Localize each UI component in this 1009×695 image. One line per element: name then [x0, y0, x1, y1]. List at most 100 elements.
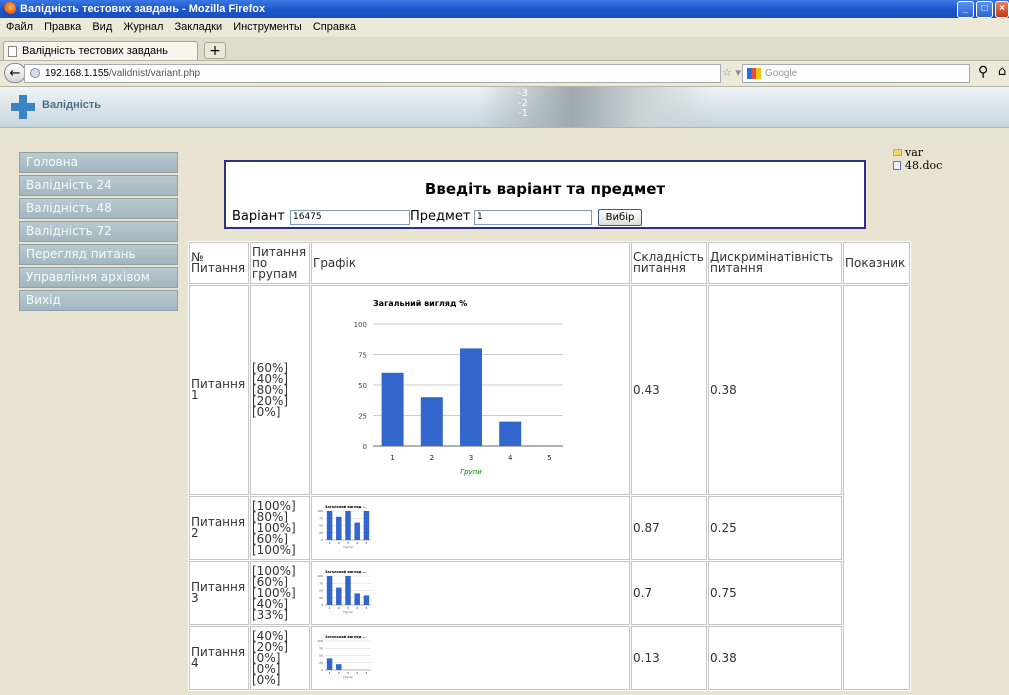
y-tick-label: 0: [363, 443, 367, 451]
y-tick-label: 50: [319, 654, 323, 658]
address-host: 192.168.1.155: [45, 68, 109, 79]
y-tick-label: 50: [319, 524, 323, 528]
site-identity-icon[interactable]: [30, 68, 40, 78]
group-value: [100%]: [252, 542, 296, 557]
y-tick-label: 50: [358, 382, 367, 390]
new-tab-button[interactable]: +: [204, 42, 226, 59]
variant-input[interactable]: 16475: [290, 210, 410, 225]
difficulty-cell: 0.87: [631, 496, 707, 560]
document-icon: [893, 161, 901, 170]
bar: [363, 511, 370, 540]
y-tick-label: 75: [358, 352, 367, 360]
back-button[interactable]: ←: [4, 63, 26, 83]
file-item-doc[interactable]: 48.doc: [893, 159, 942, 172]
bar: [326, 511, 333, 540]
bar: [326, 658, 333, 670]
y-tick-label: 25: [319, 531, 323, 535]
bar-chart: Загальний вигляд % 0 25 50 75 100 1 2 3 4 5 Групи: [354, 299, 569, 476]
search-placeholder: Google: [765, 68, 798, 79]
search-input[interactable]: Google: [742, 64, 970, 83]
maximize-icon[interactable]: □: [976, 1, 993, 18]
bar: [345, 511, 351, 540]
bar: [499, 421, 522, 446]
site-brand[interactable]: Валідність: [42, 99, 101, 111]
bookmark-star-icon[interactable]: ☆: [722, 66, 732, 79]
difficulty-cell: 0.13: [631, 626, 707, 690]
sidebar-item-validity-24[interactable]: Валідність 24: [19, 175, 178, 196]
page-icon: [8, 46, 17, 57]
firefox-icon: [3, 2, 16, 15]
x-tick-label: 5: [365, 671, 367, 675]
y-tick-label: 25: [358, 413, 367, 421]
tab-validity[interactable]: Валідність тестових завдань: [3, 41, 198, 60]
sidebar-item-exit[interactable]: Вихід: [19, 290, 178, 311]
menu-edit[interactable]: Правка: [44, 21, 81, 33]
bar-chart: Загальний вигляд ...02550751001 2 3 4 5Групи: [317, 635, 371, 679]
header-chart: Графік: [311, 242, 630, 284]
menu-help[interactable]: Справка: [313, 21, 356, 33]
x-axis-label: Групи: [460, 468, 482, 476]
sidebar-nav: Головна Валідність 24 Валідність 48 Валі…: [19, 152, 178, 313]
header-mark: -1: [518, 108, 528, 119]
x-tick-label: 1: [329, 541, 331, 545]
menu-bookmarks[interactable]: Закладки: [175, 21, 223, 33]
chart-title: Загальний вигляд ...: [325, 635, 367, 639]
chart-cell: Загальний вигляд ... 0 25 50 75 100 1 2 3 4 5 Групи: [311, 626, 630, 690]
menu-view[interactable]: Вид: [92, 21, 112, 33]
y-tick-label: 50: [319, 589, 323, 593]
bar: [363, 595, 370, 605]
site-header: Валідність -3 -2 -1: [0, 87, 1009, 128]
bar: [336, 587, 342, 605]
subject-input[interactable]: 1: [474, 210, 592, 225]
sidebar-item-view-questions[interactable]: Перегляд питань: [19, 244, 178, 265]
groups-cell: [100%] [60%] [100%] [40%] [33%]: [250, 561, 310, 625]
x-tick-label: 1: [390, 454, 394, 462]
sidebar-item-validity-72[interactable]: Валідність 72: [19, 221, 178, 242]
x-tick-label: 3: [469, 454, 473, 462]
folder-icon: [893, 149, 902, 156]
y-tick-label: 25: [319, 596, 323, 600]
sidebar-item-home[interactable]: Головна: [19, 152, 178, 173]
x-tick-label: 1: [329, 671, 331, 675]
indicator-cell: [843, 285, 910, 690]
header-image: -3 -2 -1: [478, 87, 713, 127]
discrimination-cell: 0.38: [708, 626, 842, 690]
window-title: Валідність тестових завдань - Mozilla Fi…: [20, 3, 266, 15]
y-tick-label: 100: [317, 639, 323, 643]
window-title-bar: Валідність тестових завдань - Mozilla Fi…: [0, 0, 1009, 18]
menu-file[interactable]: Файл: [6, 21, 33, 33]
header-discrimination: Дискримінатівність питання: [708, 242, 842, 284]
y-tick-label: 100: [317, 574, 323, 578]
y-tick-label: 0: [321, 603, 323, 607]
x-tick-label: 2: [338, 541, 340, 545]
select-button[interactable]: Вибір: [598, 209, 642, 226]
sidebar-item-archive[interactable]: Управління архівом: [19, 267, 178, 288]
x-tick-label: 1: [329, 606, 331, 610]
y-tick-label: 0: [321, 538, 323, 542]
file-item-var[interactable]: var: [893, 146, 942, 159]
address-bar[interactable]: 192.168.1.155/validnist/variant.php: [24, 64, 721, 83]
header-image-marks: -3 -2 -1: [518, 89, 528, 119]
bar: [326, 576, 333, 605]
home-icon[interactable]: ⌂: [998, 64, 1006, 79]
chart-cell: Загальний вигляд ... 0 25 50 75 100 1 2 3 4 5 Групи: [311, 561, 630, 625]
sidebar-item-validity-48[interactable]: Валідність 48: [19, 198, 178, 219]
question-cell: Питання 4: [189, 626, 249, 690]
results-table: № Питання Питання по групам Графік Склад…: [188, 241, 911, 691]
dropdown-arrow-icon[interactable]: ▾: [735, 66, 741, 79]
close-icon[interactable]: ×: [995, 1, 1009, 18]
bar: [460, 348, 482, 446]
question-cell: Питання 1: [189, 285, 249, 495]
tab-strip: Валідність тестових завдань +: [0, 37, 1009, 61]
minimize-icon[interactable]: _: [957, 1, 974, 18]
menu-tools[interactable]: Инструменты: [233, 21, 302, 33]
search-icon[interactable]: ⚲: [978, 64, 988, 80]
google-icon[interactable]: [747, 68, 761, 79]
group-value: [33%]: [252, 607, 289, 622]
chart-title: Загальний вигляд ...: [325, 505, 367, 509]
menu-history[interactable]: Журнал: [123, 21, 163, 33]
group-value: [0%]: [252, 404, 281, 419]
groups-cell: [100%] [80%] [100%] [60%] [100%]: [250, 496, 310, 560]
bar: [381, 372, 404, 446]
table-row: Питання 4 [40%] [20%] [0%] [0%] [0%] Заг…: [189, 626, 910, 690]
